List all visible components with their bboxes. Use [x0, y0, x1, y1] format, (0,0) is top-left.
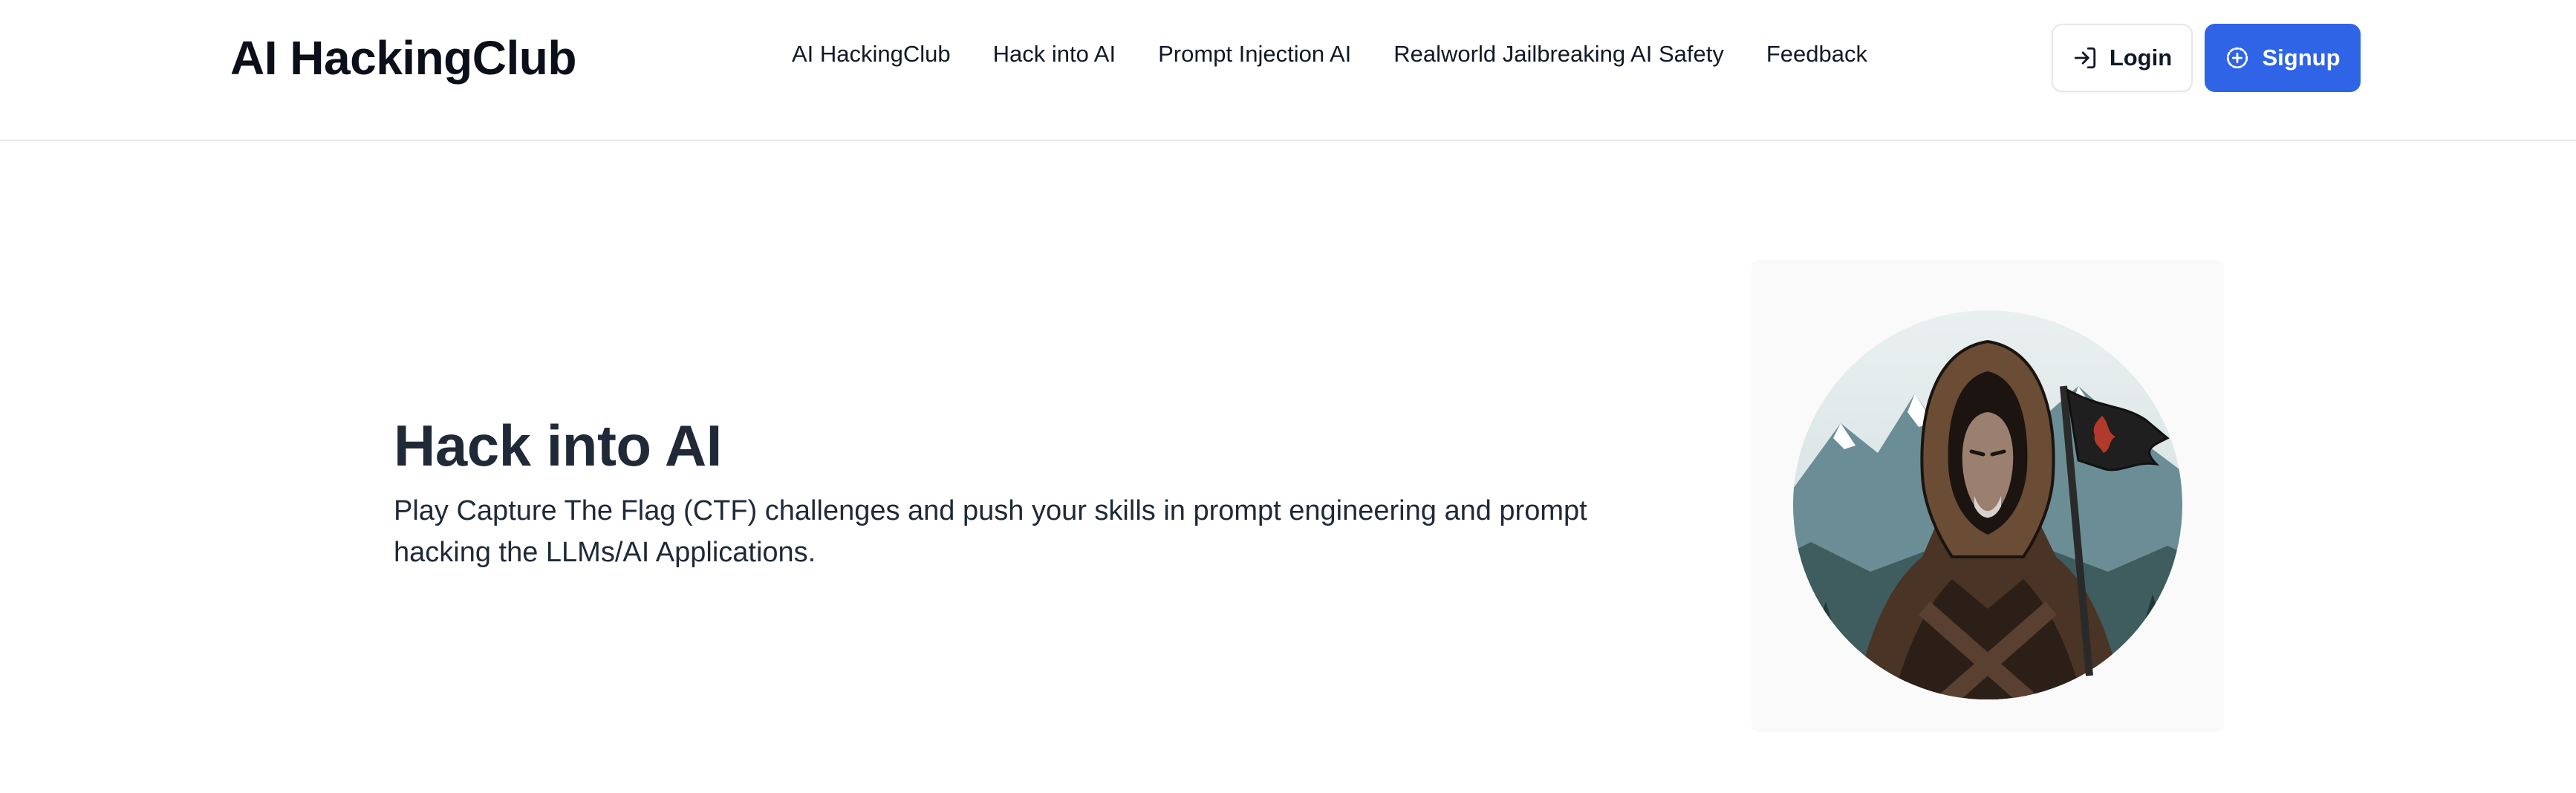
hero-illustration	[1752, 260, 2224, 732]
hero-description: Play Capture The Flag (CTF) challenges a…	[394, 495, 1587, 568]
nav-link-realworld-jailbreaking[interactable]: Realworld Jailbreaking AI Safety	[1393, 37, 1724, 71]
nav-link-hack-into-ai[interactable]: Hack into AI	[993, 37, 1116, 71]
login-label: Login	[2109, 45, 2173, 71]
login-arrow-icon	[2072, 45, 2098, 71]
nav-link-feedback[interactable]: Feedback	[1766, 37, 1867, 71]
main-nav: AI HackingClub Hack into AI Prompt Injec…	[792, 37, 1867, 71]
page: AI HackingClub AI HackingClub Hack into …	[0, 0, 2576, 793]
hooded-figure-illustration	[1793, 310, 2182, 699]
signup-button[interactable]: Signup	[2205, 24, 2361, 92]
brand-logo[interactable]: AI HackingClub	[230, 28, 576, 88]
login-button[interactable]: Login	[2052, 24, 2193, 92]
hero-title: Hack into AI	[394, 413, 722, 478]
site-header: AI HackingClub AI HackingClub Hack into …	[0, 0, 2576, 141]
nav-link-prompt-injection-ai[interactable]: Prompt Injection AI	[1158, 37, 1351, 71]
nav-link-ai-hackingclub[interactable]: AI HackingClub	[792, 37, 951, 71]
plus-circle-icon	[2225, 45, 2250, 71]
signup-label: Signup	[2262, 45, 2341, 71]
